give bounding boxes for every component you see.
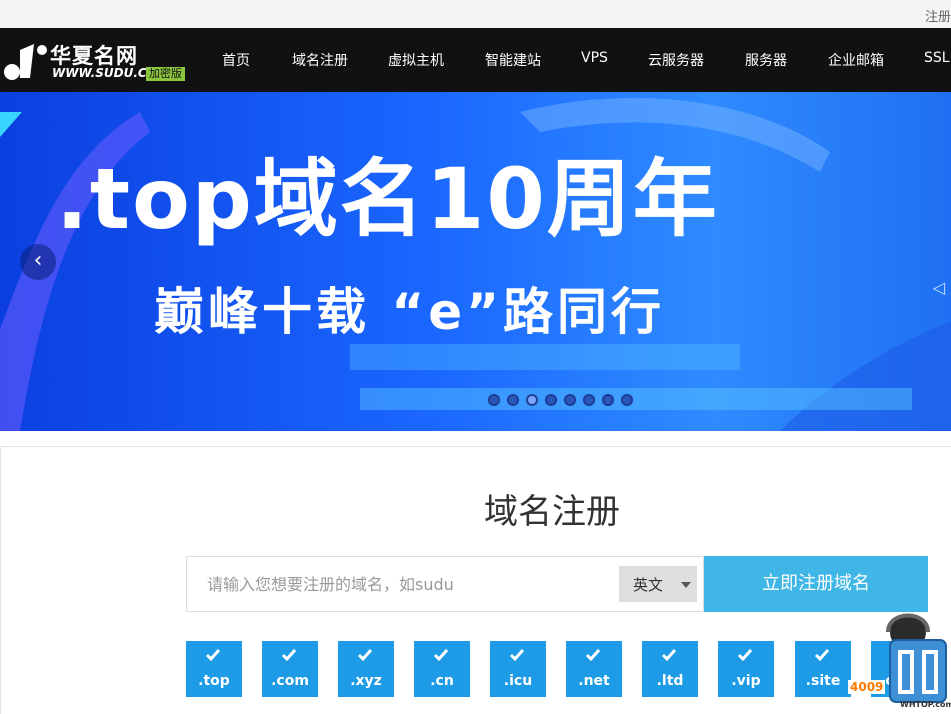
banner-headline: .top域名10周年 — [56, 150, 719, 248]
tld-checkbox[interactable]: .vip — [718, 641, 774, 697]
checkmark-icon — [281, 649, 297, 662]
tld-label: .ltd — [656, 673, 684, 689]
main-navigation: 华夏名网 WWW.SUDU.CN 加密版 首页 域名注册 虚拟主机 智能建站 V… — [0, 28, 951, 92]
checkmark-icon — [357, 649, 373, 662]
tld-label: .icu — [503, 673, 533, 689]
service-phone: 4009 — [848, 680, 886, 694]
carousel-dot-active[interactable] — [526, 394, 538, 406]
register-link[interactable]: 注册 — [925, 6, 951, 25]
carousel-dot[interactable] — [602, 394, 614, 406]
tld-checkbox[interactable]: .xyz — [338, 641, 394, 697]
tld-checkbox[interactable]: .site — [795, 641, 851, 697]
nav-item-cloud-server[interactable]: 云服务器 — [648, 50, 704, 70]
tld-checkbox[interactable]: .com — [262, 641, 318, 697]
carousel-next-button[interactable]: ◁ — [933, 278, 945, 297]
carousel-prev-button[interactable]: ‹ — [20, 244, 56, 280]
checkmark-icon — [814, 649, 830, 662]
nav-item-vps[interactable]: VPS — [581, 50, 608, 66]
checkmark-icon — [509, 649, 525, 662]
tld-checkbox[interactable]: .ltd — [642, 641, 698, 697]
nav-item-enterprise-email[interactable]: 企业邮箱 — [828, 50, 884, 70]
nav-item-virtual-host[interactable]: 虚拟主机 — [388, 50, 444, 70]
hero-banner[interactable]: .top域名10周年 巅峰十载 “e”路同行 ‹ ◁ — [0, 92, 951, 431]
language-select-value: 英文 — [633, 576, 664, 594]
tld-label: .vip — [731, 673, 761, 689]
carousel-dot[interactable] — [488, 394, 500, 406]
language-select[interactable]: 英文 — [619, 566, 697, 602]
domain-search-box: 英文 — [186, 556, 704, 612]
tld-label: .top — [198, 673, 230, 689]
banner-subline: 巅峰十载 “e”路同行 — [154, 283, 666, 341]
carousel-dot[interactable] — [545, 394, 557, 406]
banner-glow-stripe — [350, 344, 740, 370]
tld-label: .site — [805, 673, 841, 689]
nav-item-smart-site[interactable]: 智能建站 — [485, 50, 541, 70]
banner-glow-stripe — [360, 388, 912, 410]
register-domain-button[interactable]: 立即注册域名 — [704, 556, 928, 612]
checkmark-icon — [737, 649, 753, 662]
checkmark-icon — [585, 649, 601, 662]
tld-label: .xyz — [350, 673, 382, 689]
tld-label: .net — [578, 673, 610, 689]
tld-label: .cn — [430, 673, 454, 689]
checkmark-icon — [433, 649, 449, 662]
carousel-dot[interactable] — [507, 394, 519, 406]
service-brand: WHTOP.com — [900, 700, 951, 709]
carousel-dot[interactable] — [583, 394, 595, 406]
checkmark-icon — [205, 649, 221, 662]
section-title: 域名注册 — [484, 492, 620, 532]
site-logo[interactable]: 华夏名网 WWW.SUDU.CN 加密版 — [2, 42, 192, 82]
chevron-down-icon — [681, 582, 691, 588]
tld-checkbox[interactable]: .cn — [414, 641, 470, 697]
nav-item-ssl[interactable]: SSL — [924, 50, 950, 66]
nav-item-server[interactable]: 服务器 — [745, 50, 787, 70]
checkmark-icon — [661, 649, 677, 662]
tld-label: .com — [271, 673, 309, 689]
tld-checkbox[interactable]: .icu — [490, 641, 546, 697]
tld-checkbox[interactable]: .top — [186, 641, 242, 697]
top-utility-bar: 注册 — [0, 0, 951, 29]
logo-badge: 加密版 — [146, 67, 185, 81]
customer-service-widget[interactable]: 4009 WHTOP.com — [848, 606, 951, 713]
nav-item-domain-registration[interactable]: 域名注册 — [292, 50, 348, 70]
nav-item-home[interactable]: 首页 — [222, 50, 250, 70]
logo-mark-icon — [4, 44, 47, 80]
carousel-dot[interactable] — [564, 394, 576, 406]
logo-url: WWW.SUDU.CN — [52, 66, 157, 80]
carousel-dot[interactable] — [621, 394, 633, 406]
tld-checkbox[interactable]: .net — [566, 641, 622, 697]
domain-search-input[interactable] — [187, 557, 607, 611]
